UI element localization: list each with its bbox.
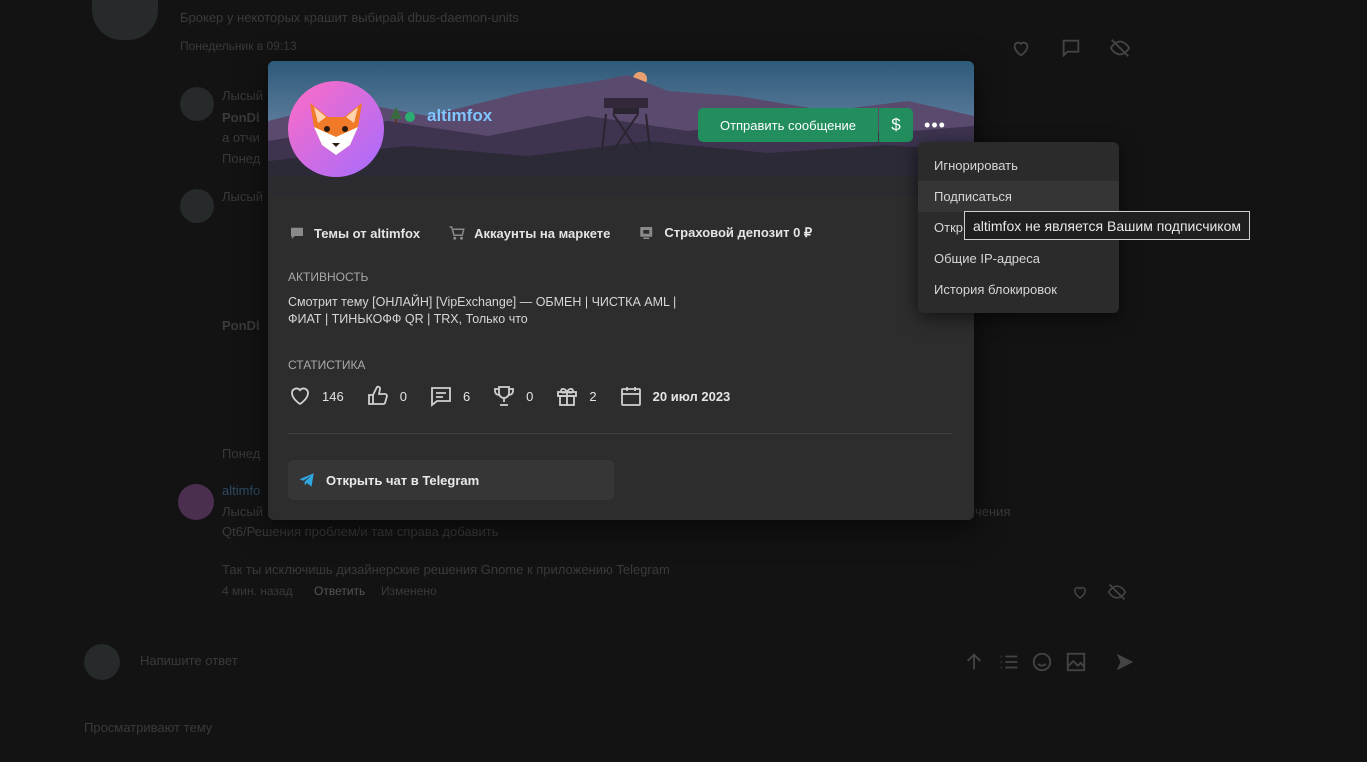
heart-icon[interactable] [1010,37,1032,59]
deposit-link[interactable]: Страховой депозит 0 ₽ [638,224,812,242]
send-icon[interactable] [1114,651,1136,673]
stat-value: 146 [322,388,344,404]
post-time: 4 мин. назад [222,584,293,598]
stat-value: 0 [526,388,534,404]
stat-thumbs: 0 [366,384,407,408]
reply-input[interactable]: Напишите ответ [140,653,238,668]
link-label: Страховой депозит 0 ₽ [664,225,813,240]
emoji-icon[interactable] [1031,651,1053,673]
username[interactable]: PonDl [222,110,260,125]
list-icon[interactable] [998,651,1020,673]
telegram-icon [299,473,314,487]
stat-value: 20 июл 2023 [652,388,731,404]
quote-text: чения [975,504,1011,519]
send-message-button[interactable]: Отправить сообщение [698,108,878,142]
edited-label: Изменено [381,584,437,598]
menu-item-subscribe[interactable]: Подписаться [918,181,1119,212]
tree-icon [390,107,402,123]
post-time: Понед [222,446,261,461]
profile-username[interactable]: altimfox [427,106,492,126]
post-text: а отчи [222,130,260,145]
post-text: Так ты исключишь дизайнерские решения Gn… [222,562,670,577]
comment-icon [431,387,451,407]
arrow-up-icon[interactable] [963,651,985,673]
heart-icon[interactable] [1071,583,1089,601]
stat-value: 6 [462,388,471,404]
online-indicator [405,112,415,122]
quote-author: Лысый [222,504,263,519]
divider [288,433,952,434]
username[interactable]: Лысый [222,189,263,204]
stat-comments: 6 [429,384,470,408]
reply-link[interactable]: Ответить [314,584,365,598]
heart-icon [291,387,309,406]
hide-icon[interactable] [1109,37,1131,59]
stat-gifts: 2 [555,384,597,408]
stat-registered: 20 июл 2023 [619,384,731,408]
my-avatar [84,644,120,680]
image-icon[interactable] [1065,651,1087,673]
post-text: Брокер у некоторых крашит выбирай dbus-d… [180,10,519,25]
link-label: Аккаунты на маркете [474,225,611,241]
fox-icon [310,103,362,155]
link-label: Темы от altimfox [314,225,421,241]
statistics-row: 146 0 6 0 2 20 июл 2023 [288,384,730,408]
stat-trophies: 0 [492,384,533,408]
telegram-chat-button[interactable]: Открыть чат в Telegram [288,460,614,500]
gift-icon [557,387,578,406]
reply-avatar[interactable] [178,484,214,520]
comment-icon[interactable] [1060,37,1082,59]
viewing-label: Просматривают тему [84,720,213,735]
telegram-label: Открыть чат в Telegram [326,472,480,488]
thumbs-up-icon [367,385,388,405]
subscribe-tooltip: altimfox не является Вашим подписчиком [964,211,1250,240]
post-text: Qt6/Решения проблем/и там справа добавит… [222,524,499,539]
menu-item-ban-history[interactable]: История блокировок [918,274,1119,305]
menu-item-shared-ips[interactable]: Общие IP-адреса [918,243,1119,274]
chat-bubble-icon [291,227,303,239]
menu-item-ignore[interactable]: Игнорировать [918,150,1119,181]
username[interactable]: altimfo [222,483,260,498]
username[interactable]: Лысый [222,88,263,103]
post-time: Понед [222,151,261,166]
user-threads-link[interactable]: Темы от altimfox [288,224,420,242]
stat-value: 0 [399,388,407,404]
cart-icon [449,226,465,240]
calendar-icon [620,387,641,406]
username[interactable]: PonDl [222,318,260,333]
statistics-heading: Статистика [288,358,366,372]
post-time: Понедельник в 09:13 [180,39,297,53]
stat-value: 2 [589,388,597,404]
hide-icon[interactable] [1107,582,1127,602]
trophy-icon [494,386,515,406]
user-avatar[interactable] [180,189,214,223]
activity-heading: Активность [288,270,369,284]
profile-card: altimfox Отправить сообщение $ ••• Темы … [268,61,974,520]
stat-likes: 146 [288,384,344,408]
profile-links: Темы от altimfox Аккаунты на маркете Стр… [288,224,812,242]
user-avatar[interactable] [92,0,158,40]
profile-avatar[interactable] [288,81,384,177]
donate-button[interactable]: $ [879,108,913,142]
user-avatar[interactable] [180,87,214,121]
activity-text[interactable]: Смотрит тему [ОНЛАЙН] [VipExchange] — ОБ… [288,294,708,328]
deposit-icon [640,227,653,239]
more-options-button[interactable]: ••• [920,108,950,142]
market-accounts-link[interactable]: Аккаунты на маркете [448,224,610,242]
